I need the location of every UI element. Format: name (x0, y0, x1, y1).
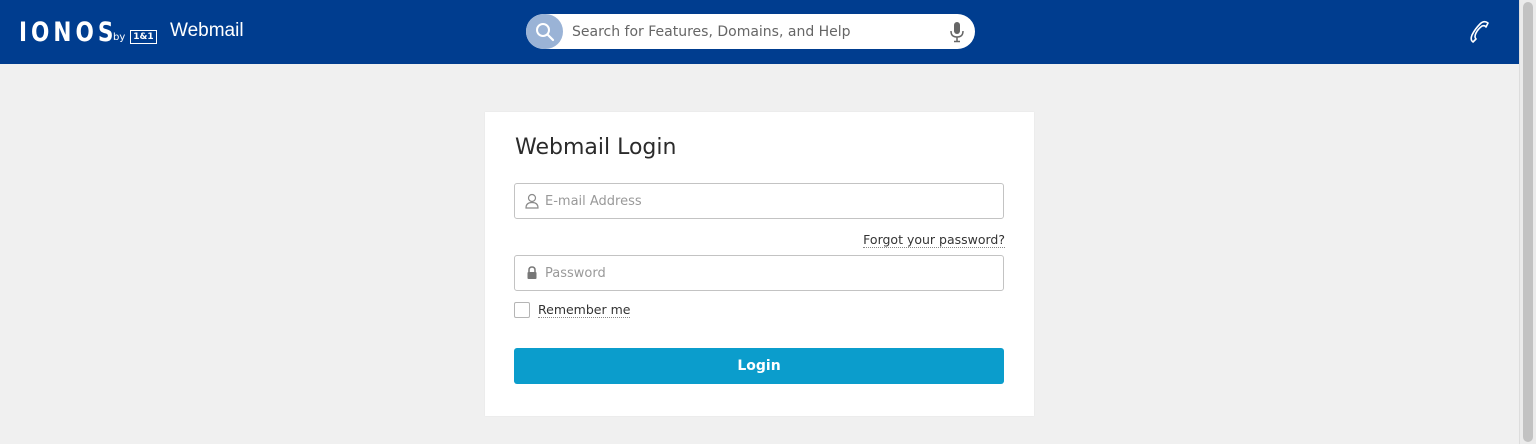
ionos-logo[interactable]: IONOS by 1&1 (19, 16, 157, 48)
email-field[interactable] (514, 183, 1004, 219)
login-title: Webmail Login (515, 135, 677, 160)
password-input[interactable] (545, 256, 985, 290)
login-button[interactable]: Login (514, 348, 1004, 384)
scrollbar-thumb[interactable] (1523, 2, 1533, 442)
lock-icon (527, 266, 537, 279)
phone-icon[interactable] (1467, 19, 1493, 45)
login-card: Webmail Login Forgot your password? Reme… (485, 112, 1034, 416)
vertical-scrollbar[interactable] (1519, 0, 1536, 444)
search-input[interactable] (572, 14, 932, 49)
password-field[interactable] (514, 255, 1004, 291)
top-header: IONOS by 1&1 Webmail (0, 0, 1519, 64)
app-name: Webmail (170, 20, 244, 41)
search-icon (535, 22, 554, 41)
remember-me-checkbox[interactable] (514, 302, 530, 318)
search-bar (526, 14, 975, 49)
forgot-password-link[interactable]: Forgot your password? (863, 233, 1005, 248)
email-input[interactable] (545, 184, 985, 218)
remember-me[interactable]: Remember me (514, 302, 631, 318)
logo-text: IONOS (19, 17, 118, 48)
search-button[interactable] (526, 14, 563, 49)
logo-badge: 1&1 (130, 30, 157, 44)
user-icon (525, 193, 539, 209)
microphone-icon[interactable] (949, 21, 965, 43)
remember-me-label[interactable]: Remember me (538, 302, 631, 318)
